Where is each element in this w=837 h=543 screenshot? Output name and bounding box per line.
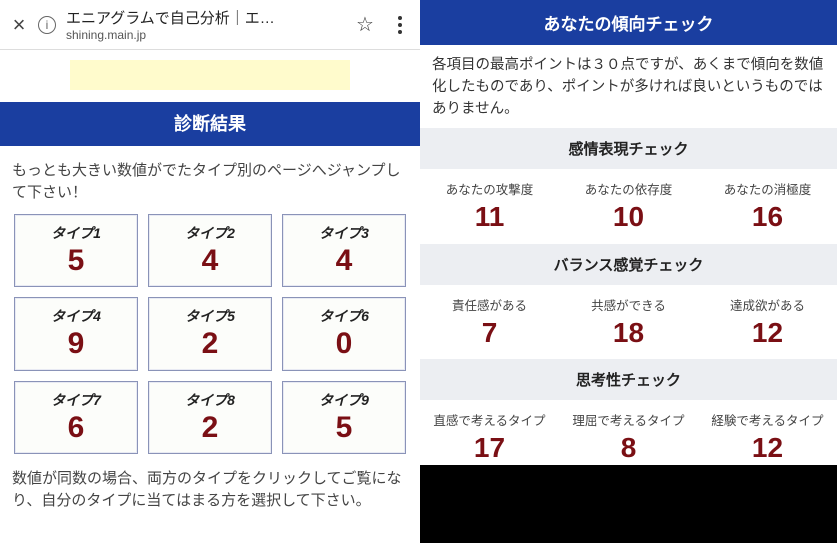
type-value: 2	[153, 328, 267, 360]
section-row-balance: 責任感がある 7 共感ができる 18 達成欲がある 12	[420, 285, 837, 359]
metric-value: 18	[559, 318, 698, 347]
right-screen: あなたの傾向チェック 各項目の最高ポイントは３０点ですが、あくまで傾向を数値化し…	[420, 0, 837, 543]
metric-value: 16	[698, 202, 837, 231]
type-value: 4	[153, 245, 267, 277]
section-row-thinking: 直感で考えるタイプ 17 理屈で考えるタイプ 8 経験で考えるタイプ 12	[420, 400, 837, 474]
type-value: 9	[19, 328, 133, 360]
type-label: タイプ6	[287, 306, 401, 326]
type-value: 4	[287, 245, 401, 277]
type-cell-8[interactable]: タイプ8 2	[148, 381, 272, 455]
metric-label: 達成欲がある	[698, 295, 837, 314]
type-label: タイプ8	[153, 390, 267, 410]
result-header: 診断結果	[0, 102, 420, 146]
type-cell-4[interactable]: タイプ4 9	[14, 297, 138, 371]
type-value: 2	[153, 412, 267, 444]
info-icon[interactable]: i	[38, 16, 56, 34]
type-label: タイプ4	[19, 306, 133, 326]
metric-value: 11	[420, 202, 559, 231]
type-cell-7[interactable]: タイプ7 6	[14, 381, 138, 455]
metric-cell: あなたの消極度 16	[698, 179, 837, 231]
metric-label: 責任感がある	[420, 295, 559, 314]
metric-value: 12	[698, 318, 837, 347]
type-grid: タイプ1 5 タイプ2 4 タイプ3 4 タイプ4 9 タイプ5 2 タイプ6 …	[0, 214, 420, 455]
left-screen: × i エニアグラムで自己分析｜エ… shining.main.jp ☆ 診断結…	[0, 0, 420, 543]
tendency-header: あなたの傾向チェック	[420, 0, 837, 45]
type-label: タイプ9	[287, 390, 401, 410]
menu-kebab-icon[interactable]	[390, 16, 410, 34]
result-note: 数値が同数の場合、両方のタイプをクリックしてご覧になり、自分のタイプに当てはまる…	[0, 454, 420, 520]
type-value: 0	[287, 328, 401, 360]
section-title-thinking: 思考性チェック	[420, 359, 837, 400]
metric-value: 10	[559, 202, 698, 231]
metric-cell: 達成欲がある 12	[698, 295, 837, 347]
metric-value: 7	[420, 318, 559, 347]
metric-value: 12	[698, 433, 837, 462]
browser-top-bar: × i エニアグラムで自己分析｜エ… shining.main.jp ☆	[0, 0, 420, 50]
type-label: タイプ7	[19, 390, 133, 410]
metric-cell: あなたの攻撃度 11	[420, 179, 559, 231]
type-label: タイプ2	[153, 223, 267, 243]
tendency-intro: 各項目の最高ポイントは３０点ですが、あくまで傾向を数値化したものであり、ポイント…	[420, 45, 837, 128]
metric-label: 経験で考えるタイプ	[698, 410, 837, 429]
metric-label: 理屈で考えるタイプ	[559, 410, 698, 429]
metric-value: 8	[559, 433, 698, 462]
type-cell-6[interactable]: タイプ6 0	[282, 297, 406, 371]
metric-label: 共感ができる	[559, 295, 698, 314]
bookmark-icon[interactable]: ☆	[356, 12, 380, 37]
ad-banner-placeholder	[70, 60, 350, 90]
right-content: あなたの傾向チェック 各項目の最高ポイントは３０点ですが、あくまで傾向を数値化し…	[420, 0, 837, 465]
metric-cell: 責任感がある 7	[420, 295, 559, 347]
type-value: 5	[287, 412, 401, 444]
metric-cell: あなたの依存度 10	[559, 179, 698, 231]
page-title: エニアグラムで自己分析｜エ…	[66, 7, 346, 28]
metric-value: 17	[420, 433, 559, 462]
type-cell-5[interactable]: タイプ5 2	[148, 297, 272, 371]
metric-label: あなたの攻撃度	[420, 179, 559, 198]
metric-cell: 直感で考えるタイプ 17	[420, 410, 559, 462]
page-url: shining.main.jp	[66, 28, 346, 42]
close-icon[interactable]: ×	[10, 12, 28, 38]
section-title-balance: バランス感覚チェック	[420, 244, 837, 285]
page-title-block[interactable]: エニアグラムで自己分析｜エ… shining.main.jp	[66, 7, 346, 42]
type-cell-9[interactable]: タイプ9 5	[282, 381, 406, 455]
type-label: タイプ1	[19, 223, 133, 243]
type-label: タイプ5	[153, 306, 267, 326]
section-row-emotion: あなたの攻撃度 11 あなたの依存度 10 あなたの消極度 16	[420, 169, 837, 243]
metric-label: あなたの消極度	[698, 179, 837, 198]
metric-label: あなたの依存度	[559, 179, 698, 198]
type-cell-1[interactable]: タイプ1 5	[14, 214, 138, 288]
type-value: 5	[19, 245, 133, 277]
metric-cell: 共感ができる 18	[559, 295, 698, 347]
type-cell-2[interactable]: タイプ2 4	[148, 214, 272, 288]
type-label: タイプ3	[287, 223, 401, 243]
type-value: 6	[19, 412, 133, 444]
metric-label: 直感で考えるタイプ	[420, 410, 559, 429]
section-title-emotion: 感情表現チェック	[420, 128, 837, 169]
metric-cell: 経験で考えるタイプ 12	[698, 410, 837, 462]
metric-cell: 理屈で考えるタイプ 8	[559, 410, 698, 462]
result-intro: もっとも大きい数値がでたタイプ別のページへジャンプして下さい！	[0, 146, 420, 214]
type-cell-3[interactable]: タイプ3 4	[282, 214, 406, 288]
